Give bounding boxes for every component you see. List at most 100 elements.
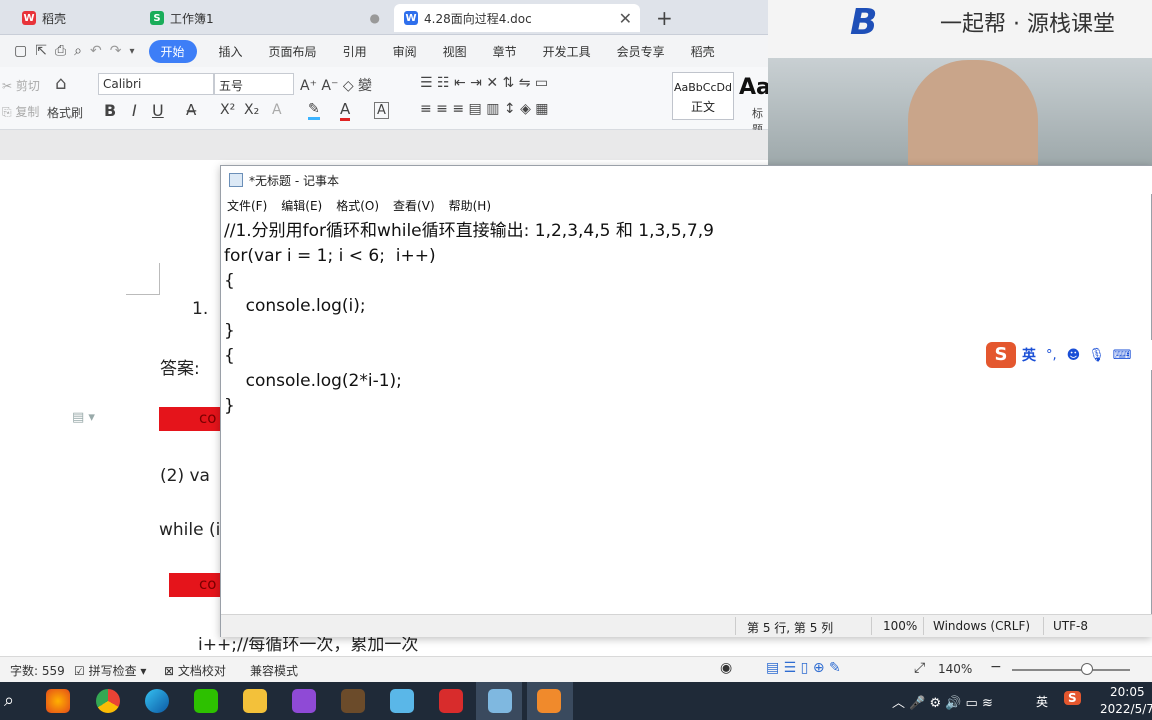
print-icon[interactable]: ⎙ bbox=[55, 43, 66, 59]
strike-icon[interactable]: A̶ bbox=[186, 101, 196, 119]
wechat-icon[interactable] bbox=[194, 689, 218, 713]
doc-tools-icon[interactable]: ▤ ▾ bbox=[72, 410, 95, 425]
ide-icon[interactable] bbox=[390, 689, 414, 713]
fit-page-icon[interactable]: ⤢ bbox=[914, 660, 925, 676]
bold-icon[interactable]: B bbox=[104, 101, 116, 120]
italic-icon[interactable]: I bbox=[132, 101, 137, 120]
code-line: console.log(i); bbox=[224, 296, 366, 316]
notepad-menu-view[interactable]: 查看(V) bbox=[393, 197, 435, 214]
clock-date[interactable]: 2022/5/7 bbox=[1100, 702, 1152, 716]
text-effect-icon[interactable]: A bbox=[272, 102, 282, 118]
style-normal[interactable]: AaBbCcDd 正文 bbox=[672, 72, 734, 120]
export-icon[interactable]: ⇱ bbox=[35, 43, 47, 59]
notepad-task-icon[interactable] bbox=[488, 689, 512, 713]
copy-label: 复制 bbox=[15, 105, 40, 119]
align-icons[interactable]: ≡ ≡ ≡ ▤ ▥ ↕ ◈ ▦ bbox=[420, 101, 549, 117]
ime-lang[interactable]: 英 bbox=[1022, 345, 1036, 365]
edge-icon[interactable] bbox=[145, 689, 169, 713]
wps-icon[interactable] bbox=[439, 689, 463, 713]
menu-insert[interactable]: 插入 bbox=[219, 43, 243, 60]
word-count[interactable]: 字数: 559 bbox=[10, 662, 65, 679]
spreadsheet-icon: S bbox=[150, 11, 164, 25]
wps-statusbar: 字数: 559 ☑ 拼写检查 ▾ ⊠ 文档校对 兼容模式 ◉ ▤ ☰ ▯ ⊕ ✎… bbox=[0, 656, 1152, 682]
ime-toolbar[interactable]: S 英 °, ☻ 🎙 ⌨ bbox=[984, 340, 1152, 370]
copy-button[interactable]: ⎘ 复制 bbox=[2, 103, 39, 120]
game-icon[interactable] bbox=[341, 689, 365, 713]
undo-icon[interactable]: ↶ bbox=[90, 43, 102, 59]
font-name-select[interactable]: Calibri bbox=[98, 73, 214, 95]
highlight-icon[interactable]: ✎ bbox=[308, 101, 320, 120]
notepad-text-area[interactable]: //1.分别用for循环和while循环直接输出: 1,2,3,4,5 和 1,… bbox=[221, 216, 1152, 614]
eye-icon[interactable]: ◉ bbox=[720, 660, 732, 676]
notepad-window[interactable]: *无标题 - 记事本 文件(F) 编辑(E) 格式(O) 查看(V) 帮助(H)… bbox=[220, 165, 1152, 637]
punctuation-icon[interactable]: °, bbox=[1046, 348, 1057, 363]
tab-workbook[interactable]: S 工作簿1 ● bbox=[140, 4, 390, 32]
menu-member[interactable]: 会员专享 bbox=[617, 43, 665, 60]
zoom-slider-handle[interactable] bbox=[1081, 663, 1093, 675]
subscript-icon[interactable]: X₂ bbox=[244, 102, 259, 118]
print-preview-icon[interactable]: ⌕ bbox=[74, 43, 82, 59]
font-grow-icon[interactable]: A⁺ A⁻ ◇ 變 bbox=[300, 75, 372, 95]
style-heading-preview[interactable]: Aa bbox=[739, 75, 771, 100]
line-ending: Windows (CRLF) bbox=[933, 619, 1031, 633]
emoji-icon[interactable]: ☻ bbox=[1067, 348, 1081, 363]
format-painter-icon[interactable]: ⌂ bbox=[55, 73, 66, 94]
menu-section[interactable]: 章节 bbox=[493, 43, 517, 60]
tab-label: 稻壳 bbox=[42, 11, 67, 26]
microphone-icon[interactable]: 🎙 bbox=[1088, 348, 1105, 363]
file-explorer-icon[interactable] bbox=[243, 689, 267, 713]
spell-check-button[interactable]: ☑ 拼写检查 ▾ bbox=[74, 662, 146, 679]
page-view-icon[interactable]: ▤ ☰ ▯ ⊕ ✎ bbox=[766, 660, 841, 676]
save-icon[interactable]: ▢ bbox=[14, 43, 27, 59]
notepad-menu-edit[interactable]: 编辑(E) bbox=[281, 197, 322, 214]
notepad-titlebar[interactable]: *无标题 - 记事本 bbox=[221, 166, 1152, 194]
menu-home[interactable]: 开始 bbox=[148, 39, 197, 63]
char-border-icon[interactable]: A bbox=[374, 102, 389, 119]
tab-document[interactable]: W 4.28面向过程4.doc ✕ bbox=[394, 4, 640, 32]
chrome-icon[interactable] bbox=[96, 689, 120, 713]
doc-proof-label: 文档校对 bbox=[177, 664, 226, 678]
zoom-level[interactable]: 140% bbox=[938, 662, 972, 676]
menu-references[interactable]: 引用 bbox=[343, 43, 367, 60]
tab-daoke[interactable]: W 稻壳 bbox=[12, 4, 76, 32]
zoom-slider[interactable] bbox=[1012, 669, 1130, 671]
font-color-icon[interactable]: A bbox=[340, 100, 351, 121]
brand-logo-icon: B bbox=[850, 2, 878, 43]
code-line: console.log(2*i-1); bbox=[224, 371, 402, 391]
notepad-menu-format[interactable]: 格式(O) bbox=[336, 197, 379, 214]
ribbon-menu: ▢ ⇱ ⎙ ⌕ ↶ ↷ ▾ 开始 插入 页面布局 引用 审阅 视图 章节 开发工… bbox=[0, 35, 768, 67]
menu-view[interactable]: 视图 bbox=[443, 43, 467, 60]
cut-button[interactable]: ✂ 剪切 bbox=[2, 77, 40, 94]
list-icons[interactable]: ☰ ☷ ⇤ ⇥ ✕ ⇅ ⇋ ▭ bbox=[420, 75, 548, 91]
format-painter-label[interactable]: 格式刷 bbox=[47, 104, 83, 121]
recorder-icon[interactable] bbox=[537, 689, 561, 713]
notepad-menu-file[interactable]: 文件(F) bbox=[227, 197, 267, 214]
menu-developer[interactable]: 开发工具 bbox=[543, 43, 591, 60]
menu-daoke[interactable]: 稻壳 bbox=[691, 43, 715, 60]
close-icon[interactable]: ✕ bbox=[619, 9, 632, 28]
underline-icon[interactable]: U bbox=[152, 101, 164, 120]
search-icon[interactable]: ⌕ bbox=[4, 690, 14, 711]
sogou-tray-icon[interactable]: S bbox=[1064, 691, 1081, 705]
word-doc-icon: W bbox=[404, 11, 418, 25]
new-tab-plus-icon[interactable]: + bbox=[646, 4, 683, 32]
chevron-down-icon[interactable]: ▾ bbox=[129, 46, 134, 57]
font-size-select[interactable]: 五号 bbox=[214, 73, 294, 95]
taskbar-lang[interactable]: 英 bbox=[1036, 693, 1048, 710]
notepad-menu-help[interactable]: 帮助(H) bbox=[449, 197, 491, 214]
zoom-out-icon[interactable]: − bbox=[990, 659, 1002, 675]
redo-icon[interactable]: ↷ bbox=[110, 43, 122, 59]
daoke-icon: W bbox=[22, 11, 36, 25]
keyboard-icon[interactable]: ⌨ bbox=[1113, 348, 1132, 363]
item-number: 1. bbox=[192, 299, 209, 319]
menu-page-layout[interactable]: 页面布局 bbox=[269, 43, 317, 60]
code-line: //1.分别用for循环和while循环直接输出: 1,2,3,4,5 和 1,… bbox=[224, 221, 714, 241]
doc-proof-button[interactable]: ⊠ 文档校对 bbox=[164, 662, 226, 679]
firefox-icon[interactable] bbox=[46, 689, 70, 713]
clock-time[interactable]: 20:05 bbox=[1110, 685, 1145, 699]
superscript-icon[interactable]: X² bbox=[220, 102, 235, 118]
menu-review[interactable]: 审阅 bbox=[393, 43, 417, 60]
tray-icons[interactable]: ︿ 🎤 ⚙ 🔊 ▭ ≋ bbox=[892, 692, 993, 711]
answer-label: 答案: bbox=[160, 359, 200, 379]
visual-studio-icon[interactable] bbox=[292, 689, 316, 713]
